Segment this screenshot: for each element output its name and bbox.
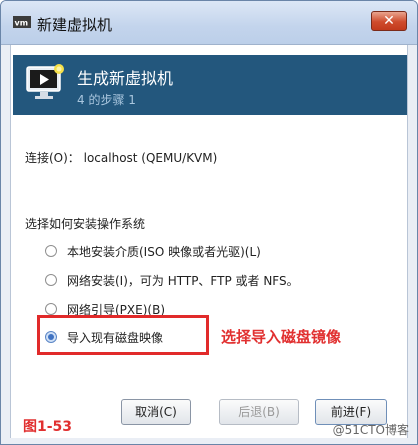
watermark: @51CTO博客 — [332, 423, 409, 437]
annotation-text: 选择导入磁盘镜像 — [221, 328, 342, 346]
radio-network-install[interactable]: 网络安装(I)，可为 HTTP、FTP 或者 NFS。 — [45, 270, 299, 290]
back-button[interactable]: 后退(B) — [219, 399, 299, 425]
title-bar[interactable]: vm 新建虚拟机 ✕ — [1, 1, 417, 45]
window-title: 新建虚拟机 — [37, 16, 113, 34]
new-vm-window: vm 新建虚拟机 ✕ 生成新虚拟机 4 的步骤 1 连接(O)： localho… — [0, 0, 418, 445]
close-button[interactable]: ✕ — [371, 11, 407, 31]
cancel-button[interactable]: 取消(C) — [121, 399, 191, 425]
radio-button[interactable] — [45, 245, 57, 257]
monitor-play-icon — [26, 64, 64, 99]
svg-text:vm: vm — [15, 19, 29, 28]
radio-label: 网络安装(I)，可为 HTTP、FTP 或者 NFS。 — [67, 273, 299, 288]
radio-button[interactable] — [45, 274, 57, 286]
radio-label: 本地安装介质(ISO 映像或者光驱)(L) — [67, 244, 261, 259]
wizard-banner: 生成新虚拟机 4 的步骤 1 — [13, 55, 407, 115]
radio-button[interactable] — [45, 303, 57, 315]
vm-app-icon: vm — [13, 16, 31, 28]
highlight-box — [37, 315, 209, 355]
banner-title: 生成新虚拟机 — [77, 69, 174, 88]
connection-label: 连接(O)： localhost (QEMU/KVM) — [25, 151, 218, 165]
figure-label: 图1-53 — [23, 419, 73, 435]
step-indicator: 4 的步骤 1 — [77, 93, 136, 107]
radio-local-media[interactable]: 本地安装介质(ISO 映像或者光驱)(L) — [45, 241, 261, 261]
install-method-label: 选择如何安装操作系统 — [25, 217, 146, 231]
dialog-content: 生成新虚拟机 4 的步骤 1 连接(O)： localhost (QEMU/KV… — [10, 45, 408, 438]
